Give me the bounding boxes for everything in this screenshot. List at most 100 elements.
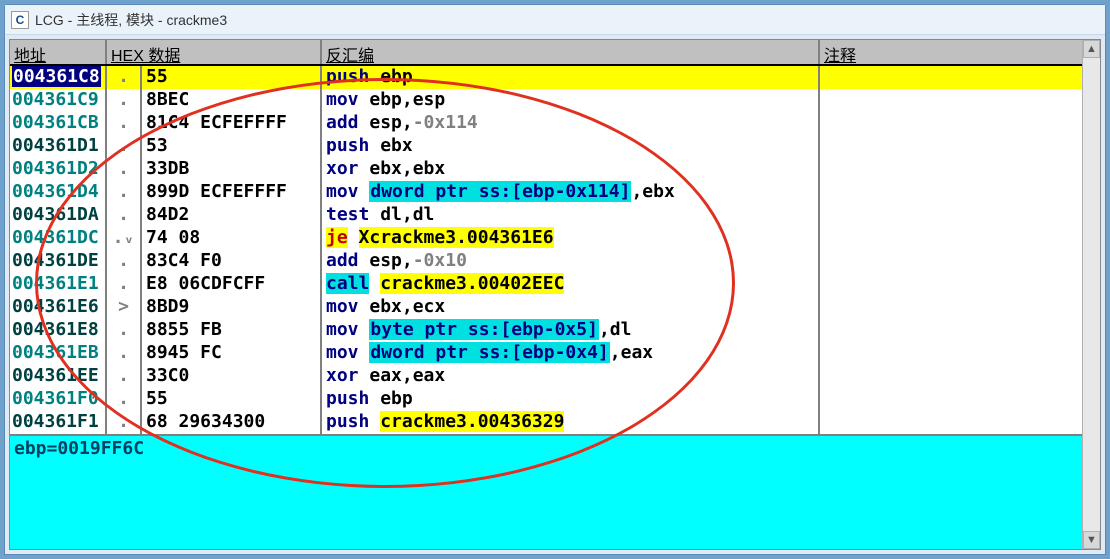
hex-cell: 8945 FC <box>142 342 322 365</box>
disasm-cell: push crackme3.00436329 <box>322 411 820 434</box>
comment-cell[interactable] <box>820 296 1100 319</box>
column-headers: 地址 HEX 数据 反汇编 注释 <box>10 40 1100 66</box>
address-cell: 004361C8 <box>10 66 107 89</box>
comment-cell[interactable] <box>820 250 1100 273</box>
mark-cell: > <box>107 296 142 319</box>
address-cell: 004361F0 <box>10 388 107 411</box>
comment-cell[interactable] <box>820 112 1100 135</box>
disasm-cell: mov ebx,ecx <box>322 296 820 319</box>
disasm-cell: test dl,dl <box>322 204 820 227</box>
asm-row[interactable]: 004361C9.8BECmov ebp,esp <box>10 89 1100 112</box>
hex-cell: 55 <box>142 66 322 89</box>
comment-cell[interactable] <box>820 319 1100 342</box>
address-cell: 004361E1 <box>10 273 107 296</box>
comment-cell[interactable] <box>820 158 1100 181</box>
address-cell: 004361C9 <box>10 89 107 112</box>
address-cell: 004361D4 <box>10 181 107 204</box>
asm-row[interactable]: 004361CB.81C4 ECFEFFFFadd esp,-0x114 <box>10 112 1100 135</box>
comment-cell[interactable] <box>820 181 1100 204</box>
comment-cell[interactable] <box>820 89 1100 112</box>
asm-row[interactable]: 004361E8.8855 FBmov byte ptr ss:[ebp-0x5… <box>10 319 1100 342</box>
hex-cell: 83C4 F0 <box>142 250 322 273</box>
comment-cell[interactable] <box>820 66 1100 89</box>
asm-row[interactable]: 004361EB.8945 FCmov dword ptr ss:[ebp-0x… <box>10 342 1100 365</box>
disasm-cell: xor ebx,ebx <box>322 158 820 181</box>
mark-cell: . <box>107 411 142 434</box>
address-cell: 004361EE <box>10 365 107 388</box>
address-cell: 004361CB <box>10 112 107 135</box>
mark-cell: . <box>107 112 142 135</box>
window-title: LCG - 主线程, 模块 - crackme3 <box>35 10 227 30</box>
disasm-cell: push ebp <box>322 66 820 89</box>
scroll-up-arrow[interactable]: ▲ <box>1083 40 1100 58</box>
address-cell: 004361DA <box>10 204 107 227</box>
header-disasm[interactable]: 反汇编 <box>322 40 820 64</box>
hex-cell: 84D2 <box>142 204 322 227</box>
asm-row[interactable]: 004361D1.53push ebx <box>10 135 1100 158</box>
asm-row[interactable]: 004361EE.33C0xor eax,eax <box>10 365 1100 388</box>
comment-cell[interactable] <box>820 135 1100 158</box>
comment-cell[interactable] <box>820 388 1100 411</box>
comment-cell[interactable] <box>820 342 1100 365</box>
disassembly-panel: 地址 HEX 数据 反汇编 注释 004361C8.55push ebp0043… <box>9 39 1101 550</box>
disasm-cell: call crackme3.00402EEC <box>322 273 820 296</box>
hex-cell: 55 <box>142 388 322 411</box>
disasm-cell: je Xcrackme3.004361E6 <box>322 227 820 250</box>
header-address[interactable]: 地址 <box>10 40 107 64</box>
hex-cell: E8 06CDFCFF <box>142 273 322 296</box>
titlebar[interactable]: C LCG - 主线程, 模块 - crackme3 <box>5 5 1105 35</box>
scroll-down-arrow[interactable]: ▼ <box>1083 531 1100 549</box>
disasm-cell: push ebp <box>322 388 820 411</box>
asm-row[interactable]: 004361C8.55push ebp <box>10 66 1100 89</box>
mark-cell: . <box>107 319 142 342</box>
info-text: ebp=0019FF6C <box>14 438 144 459</box>
vertical-scrollbar[interactable]: ▲ ▼ <box>1082 40 1100 549</box>
disasm-cell: mov dword ptr ss:[ebp-0x114],ebx <box>322 181 820 204</box>
hex-cell: 81C4 ECFEFFFF <box>142 112 322 135</box>
asm-row[interactable]: 004361DC.ᵥ74 08je Xcrackme3.004361E6 <box>10 227 1100 250</box>
asm-row[interactable]: 004361D2.33DBxor ebx,ebx <box>10 158 1100 181</box>
mark-cell: . <box>107 342 142 365</box>
disasm-cell: mov dword ptr ss:[ebp-0x4],eax <box>322 342 820 365</box>
address-cell: 004361F1 <box>10 411 107 434</box>
asm-row[interactable]: 004361F0.55push ebp <box>10 388 1100 411</box>
disasm-cell: add esp,-0x10 <box>322 250 820 273</box>
comment-cell[interactable] <box>820 204 1100 227</box>
disasm-cell: mov byte ptr ss:[ebp-0x5],dl <box>322 319 820 342</box>
comment-cell[interactable] <box>820 411 1100 434</box>
header-comment[interactable]: 注释 <box>820 40 1100 64</box>
disasm-cell: push ebx <box>322 135 820 158</box>
asm-row[interactable]: 004361E6>8BD9mov ebx,ecx <box>10 296 1100 319</box>
mark-cell: .ᵥ <box>107 227 142 250</box>
hex-cell: 899D ECFEFFFF <box>142 181 322 204</box>
hex-cell: 53 <box>142 135 322 158</box>
disassembly-rows[interactable]: 004361C8.55push ebp004361C9.8BECmov ebp,… <box>10 66 1100 434</box>
disasm-cell: xor eax,eax <box>322 365 820 388</box>
asm-row[interactable]: 004361DA.84D2test dl,dl <box>10 204 1100 227</box>
address-cell: 004361E8 <box>10 319 107 342</box>
address-cell: 004361D2 <box>10 158 107 181</box>
comment-cell[interactable] <box>820 365 1100 388</box>
mark-cell: . <box>107 365 142 388</box>
mark-cell: . <box>107 181 142 204</box>
info-panel[interactable]: ebp=0019FF6C <box>10 434 1100 549</box>
header-hex[interactable]: HEX 数据 <box>107 40 322 64</box>
comment-cell[interactable] <box>820 273 1100 296</box>
hex-cell: 8BEC <box>142 89 322 112</box>
hex-cell: 68 29634300 <box>142 411 322 434</box>
asm-row[interactable]: 004361F1.68 29634300push crackme3.004363… <box>10 411 1100 434</box>
client-area: 地址 HEX 数据 反汇编 注释 004361C8.55push ebp0043… <box>5 35 1105 554</box>
asm-row[interactable]: 004361DE.83C4 F0add esp,-0x10 <box>10 250 1100 273</box>
asm-row[interactable]: 004361E1.E8 06CDFCFFcall crackme3.00402E… <box>10 273 1100 296</box>
address-cell: 004361EB <box>10 342 107 365</box>
mark-cell: . <box>107 135 142 158</box>
hex-cell: 33DB <box>142 158 322 181</box>
disasm-cell: mov ebp,esp <box>322 89 820 112</box>
asm-row[interactable]: 004361D4.899D ECFEFFFFmov dword ptr ss:[… <box>10 181 1100 204</box>
mark-cell: . <box>107 158 142 181</box>
mark-cell: . <box>107 204 142 227</box>
comment-cell[interactable] <box>820 227 1100 250</box>
hex-cell: 8BD9 <box>142 296 322 319</box>
mark-cell: . <box>107 250 142 273</box>
mark-cell: . <box>107 89 142 112</box>
